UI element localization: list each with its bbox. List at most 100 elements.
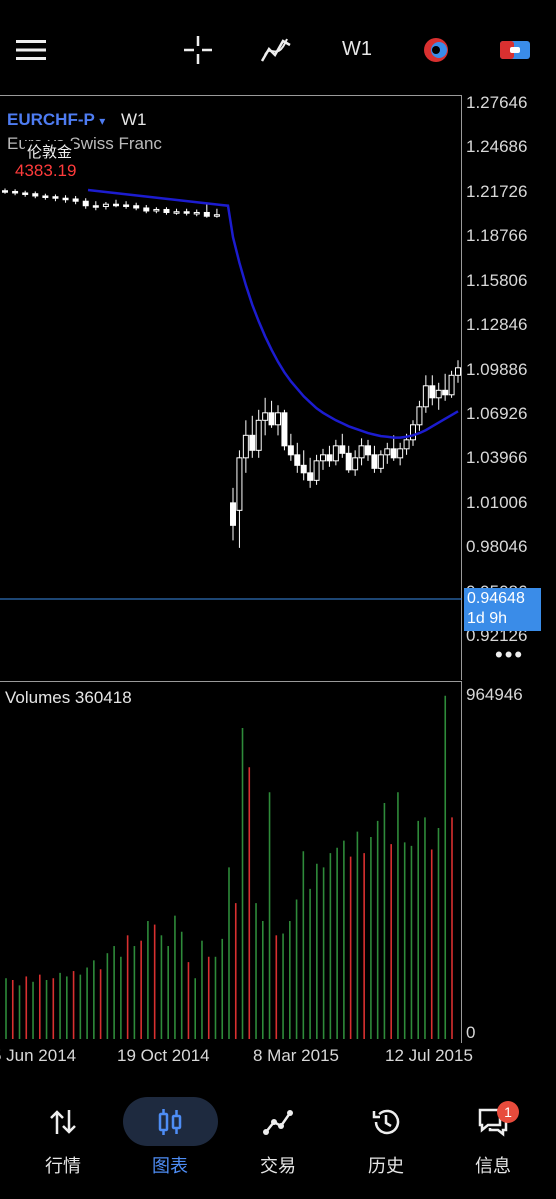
price-axis-label: 1.24686 [466,137,528,157]
candle-body [255,419,262,451]
candle-body [410,424,416,441]
candle-body [32,193,39,197]
chart-timeframe: W1 [121,110,147,129]
nav-label: 行情 [45,1156,81,1176]
moving-average-line [87,188,459,439]
candle-body [82,200,89,207]
price-axis-label: 1.09886 [466,359,528,379]
candle-body [213,214,220,217]
candle-body [397,448,404,459]
current-price-tag: 0.94648 1d 9h [464,588,541,631]
candle-body [448,374,455,396]
candle-body [429,385,436,399]
price-axis-label: 1.03966 [466,448,528,468]
symbol-name: EURCHF-P [7,110,95,129]
candle-body [377,454,384,469]
price-axis-label: 1.06926 [466,403,528,423]
nav-label: 图表 [152,1156,188,1176]
candle-body [249,434,256,451]
candle-body [300,464,307,474]
candle-body [230,502,236,526]
candle-body [183,211,190,214]
candle-body [52,196,59,199]
candle-body [358,445,365,459]
candle-body [262,412,269,421]
candle-body [352,457,359,471]
chart-icon [155,1098,185,1146]
candle-body [294,454,301,466]
candle-body [12,190,19,194]
candle-body [42,195,49,198]
candle-body [173,211,180,214]
volumes-label: Volumes 360418 [5,688,132,707]
candle-body [143,207,150,212]
time-to-close: 1d 9h [467,610,508,627]
candle-body [163,208,170,213]
candle-body [153,208,160,212]
nav-label: 信息 [475,1156,511,1176]
candle-body [203,211,210,217]
candle-body [326,454,333,462]
date-label: 8 Mar 2015 [253,1046,339,1065]
candle-body [345,452,352,471]
nav-label: 历史 [368,1156,404,1176]
nav-label: 交易 [260,1156,296,1176]
candle-body [236,457,243,511]
price-axis-label: 1.12846 [466,315,528,335]
nav-messages[interactable]: 信息 [448,1098,538,1188]
candle-body [403,439,410,450]
price-axis-label: 1.27646 [466,93,528,112]
candle-body [193,211,200,215]
price-axis-label: 1.18766 [466,226,528,246]
candle-body [384,448,391,456]
nav-chart[interactable]: 图表 [125,1098,215,1188]
more-options-icon[interactable]: ••• [495,642,524,668]
date-label: 19 Oct 2014 [117,1046,210,1065]
overlay-symbol-price: 4383.19 [15,161,77,180]
candle-body [287,445,294,456]
volume-panel[interactable] [0,681,462,1043]
candle-body [92,205,99,208]
nav-quotes[interactable]: 行情 [18,1098,108,1188]
candle-body [307,472,314,481]
candle-body [442,389,449,396]
symbol-label[interactable]: EURCHF-P ▾ [7,110,105,130]
candle-body [2,190,8,193]
overlay-symbol-name[interactable]: 伦敦金 [25,141,75,162]
history-icon [370,1098,402,1146]
candle-body [390,448,397,459]
candle-body [113,203,119,207]
candle-body [371,454,378,469]
candle-body [332,445,339,462]
price-axis-label: 1.15806 [466,270,528,290]
candle-body [313,460,320,481]
messages-badge: 1 [497,1101,519,1123]
nav-trade[interactable]: 交易 [233,1098,323,1188]
candle-body [455,367,461,376]
volume-axis-max: 964946 [466,685,523,704]
candle-body [242,434,249,459]
trade-line-icon [262,1098,294,1146]
candle-body [365,445,371,456]
candle-body [339,445,346,454]
price-axis-label: 1.01006 [466,492,528,512]
price-axis-label: 0.98046 [466,537,528,557]
current-price: 0.94648 [467,590,525,607]
date-label: 12 Jul 2015 [385,1046,473,1065]
candle-body [268,412,275,426]
price-axis-label: 1.21726 [466,181,528,201]
candle-body [320,454,326,462]
candle-body [123,204,130,207]
candle-body [435,389,442,399]
nav-history[interactable]: 历史 [341,1098,431,1188]
candle-body [102,203,109,207]
candle-body [416,406,423,426]
candle-body [281,412,288,447]
quotes-icon [48,1098,78,1146]
candle-body [22,192,29,195]
volume-axis-min: 0 [466,1023,476,1042]
candle-body [72,198,79,202]
candle-body [62,197,69,201]
symbol-dropdown-icon: ▾ [99,114,106,128]
candle-body [275,412,281,426]
